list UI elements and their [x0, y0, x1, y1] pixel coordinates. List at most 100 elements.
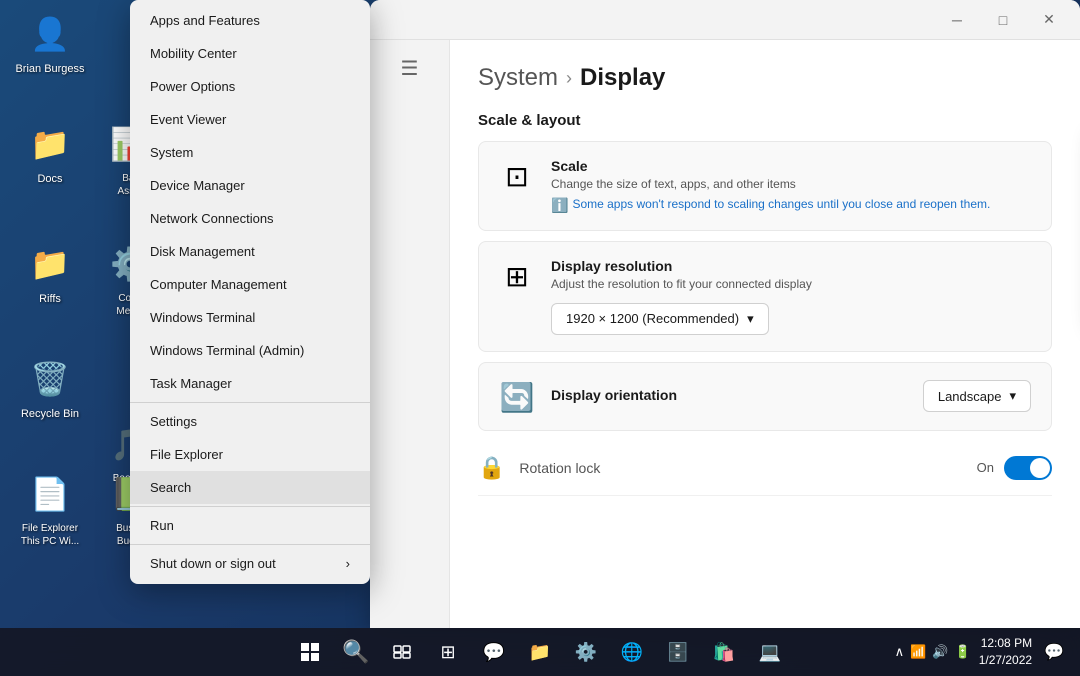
icon-label-brian: Brian Burgess [15, 62, 84, 76]
menu-item-power-options[interactable]: Power Options [130, 70, 370, 103]
settings-sidebar: ☰ [370, 40, 450, 628]
rotation-lock-right: On [977, 456, 1052, 480]
close-button[interactable]: ✕ [1026, 4, 1072, 36]
menu-item-run[interactable]: Run [130, 509, 370, 542]
orientation-card-title: Display orientation [551, 387, 907, 403]
lock-icon: 🔒 [478, 455, 505, 481]
rotation-lock-title: Rotation lock [519, 460, 600, 476]
clock-date: 1/27/2022 [979, 652, 1032, 669]
resolution-card: ⊞ Display resolution Adjust the resoluti… [478, 241, 1052, 352]
desktop-icon-riffs[interactable]: 📁 Riffs [10, 240, 90, 306]
settings-window: ─ □ ✕ ☰ System › Display Scale & layout [370, 0, 1080, 628]
rotation-lock-value: On [977, 460, 994, 475]
taskbar-clock[interactable]: 12:08 PM 1/27/2022 [979, 635, 1032, 669]
icon-label-recycle: Recycle Bin [21, 407, 79, 421]
resolution-card-body: Display resolution Adjust the resolution… [551, 258, 1031, 335]
menu-item-settings[interactable]: Settings [130, 405, 370, 438]
info-icon: ℹ️ [551, 197, 568, 214]
icon-label-docs: Docs [37, 172, 62, 186]
store-button[interactable]: 🛍️ [704, 632, 744, 672]
scale-card-desc: Change the size of text, apps, and other… [551, 176, 1015, 193]
recycle-bin-icon: 🗑️ [26, 355, 74, 403]
folder-icon: 📁 [26, 120, 74, 168]
breadcrumb-system: System [478, 64, 558, 92]
scale-card: ⊡ Scale Change the size of text, apps, a… [478, 141, 1052, 231]
dropdown-chevron-icon: ▾ [747, 311, 754, 327]
menu-separator-3 [130, 544, 370, 545]
context-menu: Apps and Features Mobility Center Power … [130, 0, 370, 584]
taskbar-center: 🔍 ⊞ 💬 📁 ⚙️ 🌐 🗄️ 🛍️ 💻 [290, 632, 790, 672]
desktop-icon-fileexplorer[interactable]: 📄 File ExplorerThis PC Wi... [10, 470, 90, 548]
desktop-icon-docs[interactable]: 📁 Docs [10, 120, 90, 186]
taskbar: 🔍 ⊞ 💬 📁 ⚙️ 🌐 🗄️ 🛍️ 💻 ∧ 📶 🔊 [0, 628, 1080, 676]
maximize-button[interactable]: □ [980, 4, 1026, 36]
search-taskbar-button[interactable]: 🔍 [336, 632, 376, 672]
menu-item-event-viewer[interactable]: Event Viewer [130, 103, 370, 136]
orientation-value: Landscape [938, 389, 1002, 404]
menu-item-mobility-center[interactable]: Mobility Center [130, 37, 370, 70]
orientation-dropdown-container: Landscape ▾ [923, 380, 1031, 412]
speaker-icon: 🔊 [932, 644, 948, 660]
menu-item-network-connections[interactable]: Network Connections [130, 202, 370, 235]
task-view-button[interactable] [382, 632, 422, 672]
scale-card-body: Scale Change the size of text, apps, and… [551, 158, 1015, 214]
menu-separator-2 [130, 506, 370, 507]
rotation-lock-toggle[interactable] [1004, 456, 1052, 480]
scale-icon: ⊡ [499, 160, 535, 193]
chevron-up-icon[interactable]: ∧ [895, 644, 905, 660]
menu-item-file-explorer[interactable]: File Explorer [130, 438, 370, 471]
resolution-dropdown[interactable]: 1920 × 1200 (Recommended) ▾ [551, 303, 769, 335]
menu-item-device-manager[interactable]: Device Manager [130, 169, 370, 202]
breadcrumb: System › Display [478, 64, 1052, 92]
resolution-card-desc: Adjust the resolution to fit your connec… [551, 276, 1031, 293]
start-button[interactable] [290, 632, 330, 672]
db-button[interactable]: 🗄️ [658, 632, 698, 672]
dell-button[interactable]: 💻 [750, 632, 790, 672]
folder-icon-riffs: 📁 [26, 240, 74, 288]
widgets-button[interactable]: ⊞ [428, 632, 468, 672]
file-explorer-taskbar-button[interactable]: 📁 [520, 632, 560, 672]
file-explorer-icon: 📄 [26, 470, 74, 518]
wifi-icon: 📶 [910, 644, 926, 660]
breadcrumb-display: Display [580, 64, 665, 92]
icon-label-riffs: Riffs [39, 292, 61, 306]
scale-card-title: Scale [551, 158, 1015, 174]
breadcrumb-separator: › [566, 68, 572, 89]
resolution-value: 1920 × 1200 (Recommended) [566, 311, 739, 326]
resolution-card-title: Display resolution [551, 258, 1031, 274]
resolution-icon: ⊞ [499, 260, 535, 293]
desktop-icon-brian[interactable]: 👤 Brian Burgess [10, 10, 90, 76]
settings-content: ☰ System › Display Scale & layout ⊡ Scal… [370, 40, 1080, 628]
scale-layout-section-title: Scale & layout [478, 112, 1052, 129]
orientation-chevron-icon: ▾ [1009, 388, 1016, 404]
menu-item-windows-terminal[interactable]: Windows Terminal [130, 301, 370, 334]
edge-button[interactable]: 🌐 [612, 632, 652, 672]
menu-item-computer-management[interactable]: Computer Management [130, 268, 370, 301]
minimize-button[interactable]: ─ [934, 4, 980, 36]
taskbar-right: ∧ 📶 🔊 🔋 12:08 PM 1/27/2022 💬 [895, 635, 1068, 669]
rotation-lock-left: 🔒 Rotation lock [478, 455, 600, 481]
menu-separator-1 [130, 402, 370, 403]
menu-item-windows-terminal-admin[interactable]: Windows Terminal (Admin) [130, 334, 370, 367]
menu-item-apps-features[interactable]: Apps and Features [130, 4, 370, 37]
menu-item-system[interactable]: System [130, 136, 370, 169]
menu-item-disk-management[interactable]: Disk Management [130, 235, 370, 268]
window-titlebar: ─ □ ✕ [370, 0, 1080, 40]
orientation-icon: 🔄 [499, 381, 535, 414]
notification-icon[interactable]: 💬 [1040, 638, 1068, 666]
menu-item-task-manager[interactable]: Task Manager [130, 367, 370, 400]
rotation-lock-row: 🔒 Rotation lock On [478, 441, 1052, 496]
scale-card-note: ℹ️ Some apps won't respond to scaling ch… [551, 197, 1015, 214]
settings-taskbar-button[interactable]: ⚙️ [566, 632, 606, 672]
orientation-card-body: Display orientation [551, 387, 907, 405]
orientation-card: 🔄 Display orientation Landscape ▾ [478, 362, 1052, 431]
desktop: 👤 Brian Burgess 📁 Docs 📁 Riffs 🗑️ Recycl… [0, 0, 1080, 676]
menu-item-shutdown[interactable]: Shut down or sign out › [130, 547, 370, 580]
clock-time: 12:08 PM [979, 635, 1032, 652]
desktop-icon-recycle[interactable]: 🗑️ Recycle Bin [10, 355, 90, 421]
user-icon: 👤 [26, 10, 74, 58]
scale-note-text: Some apps won't respond to scaling chang… [572, 197, 990, 211]
chat-button[interactable]: 💬 [474, 632, 514, 672]
menu-item-search[interactable]: Search [130, 471, 370, 504]
orientation-dropdown[interactable]: Landscape ▾ [923, 380, 1031, 412]
